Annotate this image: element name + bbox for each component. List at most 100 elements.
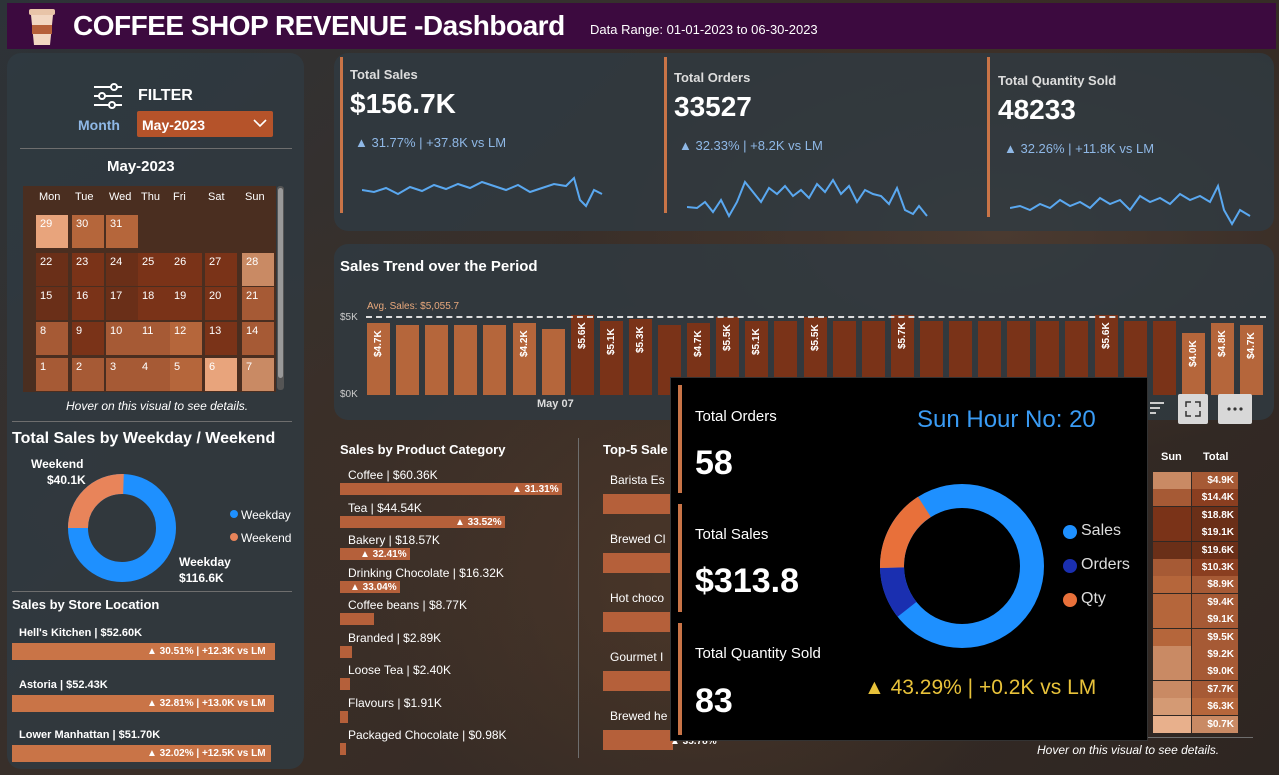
trend-bar[interactable] <box>541 329 565 395</box>
heatmap-total[interactable]: $19.6K <box>1192 541 1238 559</box>
calendar-day[interactable]: 20 <box>205 287 237 320</box>
col-total: Total <box>1203 451 1229 463</box>
heatmap-cell[interactable] <box>1153 559 1191 576</box>
top5-bar[interactable] <box>603 671 673 691</box>
heatmap-cell[interactable] <box>1153 489 1191 507</box>
y-axis-top: $5K <box>340 312 358 323</box>
weekday-donut-chart[interactable] <box>60 466 184 590</box>
heatmap-cell[interactable] <box>1153 628 1191 646</box>
calendar-day[interactable]: 13 <box>205 322 237 355</box>
heatmap-total[interactable]: $6.3K <box>1192 698 1238 716</box>
trend-bar-label: $4.7K <box>373 330 384 357</box>
heatmap-total[interactable]: $14.4K <box>1192 489 1238 507</box>
heatmap-cell[interactable] <box>1153 593 1191 611</box>
trend-bar-label: $4.8K <box>1216 330 1228 357</box>
heatmap-total[interactable]: $10.3K <box>1192 559 1238 576</box>
store-label: Hell's Kitchen | $52.60K <box>19 627 143 639</box>
calendar-day[interactable]: 16 <box>72 287 104 320</box>
calendar-day-number: 2 <box>76 361 83 373</box>
calendar-day[interactable]: 27 <box>205 253 237 286</box>
calendar-day[interactable]: 23 <box>72 253 104 286</box>
calendar-day[interactable]: 29 <box>36 215 68 248</box>
calendar-day[interactable]: 14 <box>242 322 274 355</box>
heatmap-total[interactable]: $9.4K <box>1192 593 1238 611</box>
calendar-day[interactable]: 19 <box>170 287 202 320</box>
sales-sparkline[interactable] <box>362 170 604 215</box>
heatmap-total[interactable]: $9.0K <box>1192 663 1238 681</box>
heatmap-total[interactable]: $9.1K <box>1192 611 1238 629</box>
calendar-day-number: 11 <box>142 325 154 337</box>
heatmap-cell[interactable] <box>1153 646 1191 663</box>
category-bar[interactable] <box>340 613 374 625</box>
heatmap-cell[interactable] <box>1153 611 1191 629</box>
tooltip-orders-value: 58 <box>695 444 733 482</box>
heatmap-total[interactable]: $19.1K <box>1192 524 1238 542</box>
calendar-day[interactable]: 5 <box>170 358 202 391</box>
calendar-day[interactable]: 4 <box>138 358 170 391</box>
trend-bar[interactable] <box>483 325 507 395</box>
trend-bar-label: $4.2K <box>518 330 530 357</box>
calendar-day[interactable]: 22 <box>36 253 68 286</box>
heatmap-cell[interactable] <box>1153 506 1191 524</box>
calendar-scrollbar[interactable] <box>277 186 284 390</box>
heatmap-cell[interactable] <box>1153 698 1191 716</box>
calendar-day[interactable]: 24 <box>106 253 138 286</box>
calendar-day[interactable]: 31 <box>106 215 138 248</box>
top5-bar[interactable] <box>603 730 673 750</box>
category-bar[interactable] <box>340 645 352 658</box>
heatmap-cell[interactable] <box>1153 663 1191 681</box>
top5-bar[interactable] <box>603 553 673 573</box>
calendar-day[interactable]: 26 <box>170 253 202 286</box>
calendar-day[interactable]: 15 <box>36 287 68 320</box>
trend-bar[interactable] <box>396 325 420 395</box>
calendar-day[interactable]: 25 <box>138 253 170 286</box>
heatmap-total[interactable]: $7.7K <box>1192 680 1238 698</box>
heatmap-cell[interactable] <box>1153 680 1191 698</box>
heatmap-total[interactable]: $9.2K <box>1192 646 1238 663</box>
heatmap-cell[interactable] <box>1153 576 1191 594</box>
category-bar[interactable] <box>340 678 350 690</box>
quantity-sparkline[interactable] <box>1010 180 1252 230</box>
calendar-day[interactable]: 3 <box>106 358 138 391</box>
calendar-day[interactable]: 21 <box>242 287 274 320</box>
store-label: Astoria | $52.43K <box>19 679 108 691</box>
calendar-day[interactable]: 12 <box>170 322 202 355</box>
focus-mode-button[interactable] <box>1178 394 1208 424</box>
filter-lines-icon[interactable] <box>1148 394 1170 422</box>
heatmap-total[interactable]: $4.9K <box>1192 472 1238 489</box>
orders-sparkline[interactable] <box>687 172 929 232</box>
trend-bar[interactable] <box>454 325 478 395</box>
coffee-cup-icon <box>29 9 55 45</box>
calendar-day[interactable]: 17 <box>106 287 138 320</box>
calendar-day[interactable]: 11 <box>138 322 170 355</box>
calendar-day[interactable]: 9 <box>72 322 104 355</box>
top5-bar[interactable] <box>603 494 673 514</box>
top5-bar[interactable] <box>603 612 673 632</box>
heatmap-cell[interactable] <box>1153 472 1191 489</box>
tooltip-donut-chart <box>880 484 1044 648</box>
category-bar[interactable] <box>340 743 346 755</box>
calendar-day[interactable]: 7 <box>242 358 274 391</box>
category-bar[interactable] <box>340 710 348 723</box>
more-options-button[interactable] <box>1218 394 1252 424</box>
calendar-day[interactable]: 10 <box>106 322 138 355</box>
heatmap-total[interactable]: $9.5K <box>1192 628 1238 646</box>
heatmap-cell[interactable] <box>1153 541 1191 559</box>
trend-bar[interactable] <box>1152 321 1176 395</box>
calendar-day[interactable]: 8 <box>36 322 68 355</box>
heatmap-cell[interactable] <box>1153 524 1191 542</box>
calendar-day[interactable]: 1 <box>36 358 68 391</box>
calendar-day[interactable]: 30 <box>72 215 104 248</box>
calendar-day[interactable]: 6 <box>205 358 237 391</box>
heatmap-total[interactable]: $8.9K <box>1192 576 1238 594</box>
trend-bar[interactable] <box>425 325 449 395</box>
divider <box>12 421 292 422</box>
calendar-day[interactable]: 18 <box>138 287 170 320</box>
calendar-day[interactable]: 2 <box>72 358 104 391</box>
month-dropdown[interactable]: May-2023 <box>137 111 273 137</box>
calendar-day[interactable]: 28 <box>242 253 274 286</box>
heatmap-total[interactable]: $0.7K <box>1192 715 1238 733</box>
filter-sliders-icon <box>94 83 122 109</box>
heatmap-total[interactable]: $18.8K <box>1192 506 1238 524</box>
heatmap-cell[interactable] <box>1153 715 1191 733</box>
